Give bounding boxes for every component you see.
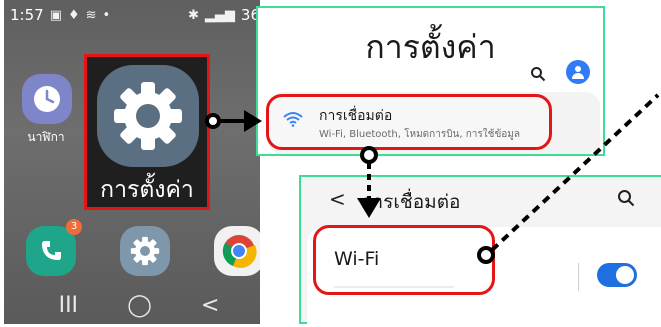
back-button[interactable]: <: [201, 293, 219, 318]
gear-icon: [114, 82, 182, 150]
connections-screen-title: การเชื่อมต่อ: [361, 191, 461, 213]
clock-app-label: นาฬิกา: [27, 130, 65, 144]
connections-item-subtitle: Wi-Fi, Bluetooth, โหมดการบิน, การใช้ข้อม…: [319, 129, 521, 140]
search-icon[interactable]: [617, 189, 635, 207]
wifi-menu-item[interactable]: Wi-Fi: [313, 225, 495, 295]
settings-app-highlight[interactable]: การตั้งค่า: [84, 54, 210, 210]
search-icon[interactable]: [530, 66, 546, 82]
vertical-divider: [578, 263, 579, 291]
connections-screen-panel: < การเชื่อมต่อ Wi-Fi: [299, 175, 661, 327]
status-bar: 1:57 ▣ ♦ ≋ • ✱ ▂▄▆ 36: [10, 4, 260, 26]
phone-icon: [42, 241, 61, 260]
bluetooth-icon: ✱: [188, 7, 199, 23]
home-screen: 1:57 ▣ ♦ ≋ • ✱ ▂▄▆ 36 นาฬิกา การตั้งค่า …: [4, 0, 260, 324]
dot-icon: •: [102, 7, 111, 23]
settings-app-icon[interactable]: [97, 65, 199, 167]
connections-menu-item[interactable]: การเชื่อมต่อ Wi-Fi, Bluetooth, โหมดการบิ…: [266, 94, 552, 150]
settings-screen-panel: การตั้งค่า การเชื่อมต่อ Wi-Fi, Bluetooth…: [256, 6, 605, 156]
notification-badge: 3: [66, 219, 82, 235]
gear-icon: [130, 236, 160, 266]
wifi-label: Wi-Fi: [334, 248, 380, 270]
back-chevron-icon[interactable]: <: [329, 187, 346, 211]
clock-icon: [34, 86, 60, 112]
person-icon: [572, 66, 584, 79]
status-time: 1:57: [10, 6, 44, 24]
chrome-icon: [222, 235, 257, 268]
signal-icon: ▂▄▆: [204, 7, 235, 23]
home-button[interactable]: ◯: [127, 293, 152, 318]
settings-dock-icon[interactable]: [120, 226, 170, 276]
connections-item-title: การเชื่อมต่อ: [319, 108, 393, 124]
settings-title: การตั้งค่า: [365, 28, 496, 66]
wifi-icon: [283, 112, 303, 127]
location-icon: ♦: [67, 7, 80, 23]
clock-app-icon[interactable]: [22, 74, 72, 124]
gallery-notification-icon: ▣: [49, 7, 62, 23]
chrome-app-icon[interactable]: [214, 226, 260, 276]
recent-apps-button[interactable]: III: [59, 293, 78, 318]
toggle-knob: [616, 266, 634, 284]
wifi-status-icon: ≋: [85, 7, 97, 23]
wifi-underline: [334, 286, 454, 288]
settings-app-label: การตั้งค่า: [100, 177, 194, 203]
wifi-toggle[interactable]: [597, 263, 637, 287]
profile-icon[interactable]: [566, 60, 590, 84]
navigation-bar: III ◯ <: [34, 292, 244, 318]
